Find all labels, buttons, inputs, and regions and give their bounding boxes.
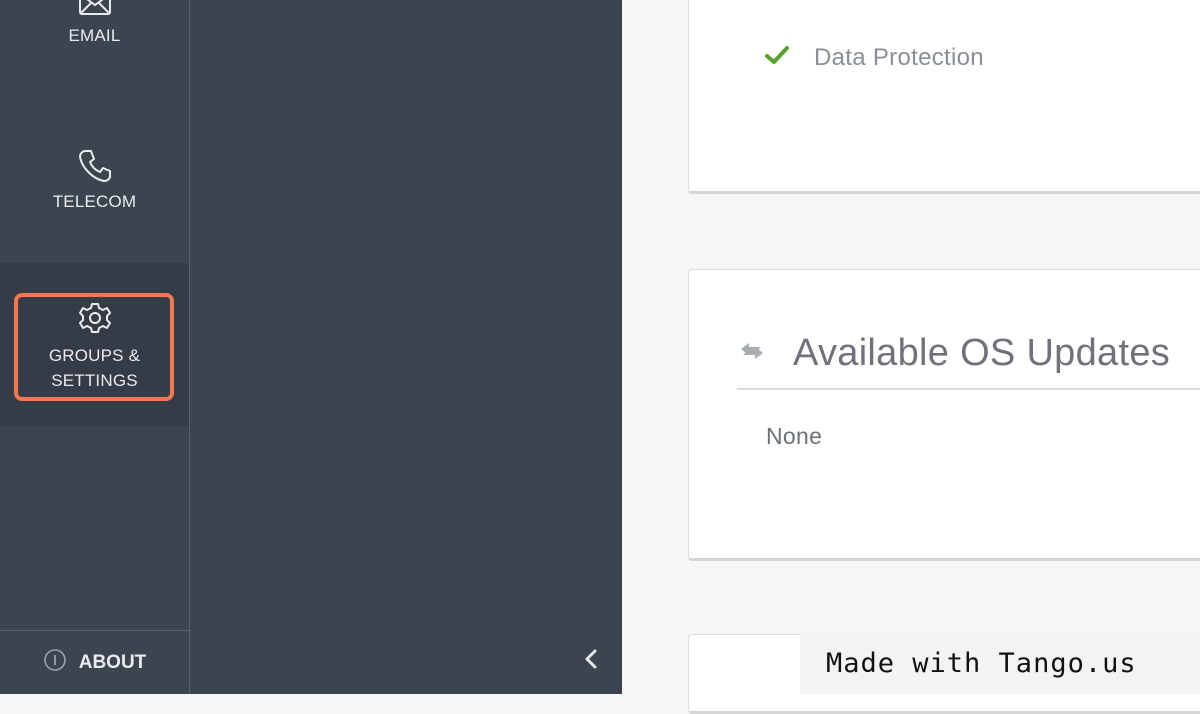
status-row: Data Protection [764,44,984,72]
status-item-label: Data Protection [814,44,984,71]
nav-item-groups-settings[interactable]: GROUPS & SETTINGS [0,263,189,426]
nav-telecom-label: TELECOM [52,192,137,211]
nav-item-email[interactable]: EMAIL [0,0,189,60]
check-icon [764,44,790,72]
os-updates-header: Available OS Updates [737,318,1200,390]
chevron-left-icon [584,648,598,675]
os-updates-card [688,269,1200,561]
status-card [688,0,1200,194]
phone-icon [77,148,113,184]
nav-email-label: EMAIL [68,26,121,45]
nav-about-label: ABOUT [78,651,147,673]
os-updates-title: Available OS Updates [793,331,1171,374]
info-icon [43,648,67,678]
collapse-panel-button[interactable] [578,648,604,674]
nav-item-about[interactable]: ABOUT [0,630,189,694]
os-updates-value: None [766,423,823,449]
gear-icon [78,301,112,335]
nav-groups-label-line1: GROUPS & [48,346,141,365]
tango-watermark: Made with Tango.us [800,632,1200,694]
refresh-icon [737,339,767,368]
mail-icon [78,0,112,16]
nav-item-telecom[interactable]: TELECOM [0,148,189,228]
icon-sidebar: EMAIL TELECOM GROUPS & SETTINGS ABOUT [0,0,190,694]
secondary-panel [190,0,622,694]
nav-groups-label-line2: SETTINGS [51,371,138,390]
watermark-text: Made with Tango.us [826,647,1137,679]
